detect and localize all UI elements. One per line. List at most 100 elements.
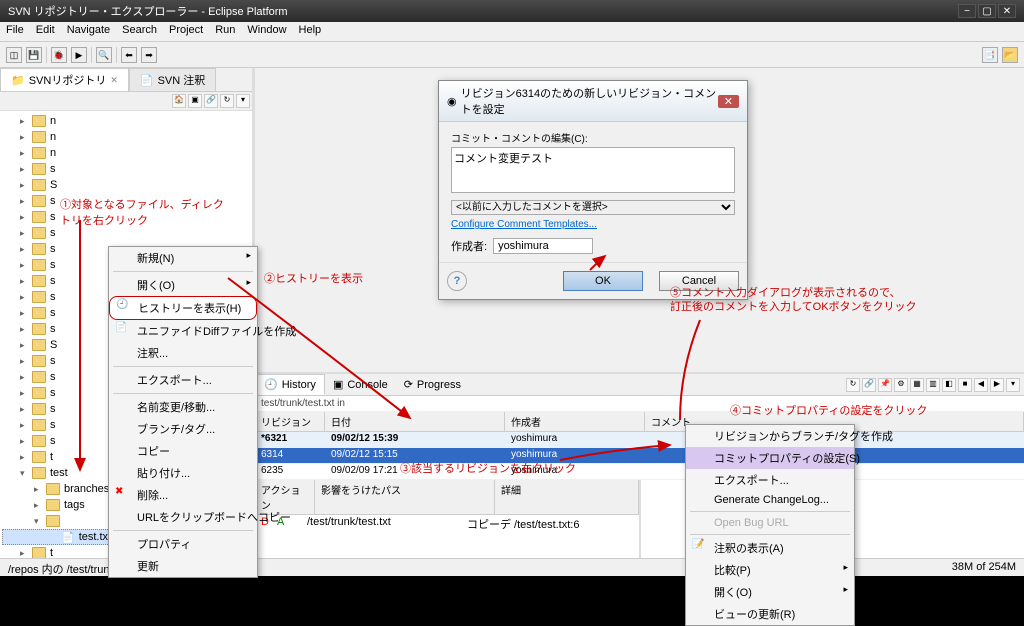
link-icon[interactable]: 🔗: [862, 378, 876, 392]
col-revision[interactable]: リビジョン: [255, 412, 325, 431]
ok-button[interactable]: OK: [563, 271, 643, 291]
author-label: 作成者:: [451, 238, 487, 254]
menu-copy-url[interactable]: URLをクリップボードへコピー: [109, 506, 257, 528]
col-date[interactable]: 日付: [325, 412, 505, 431]
history-row[interactable]: 631409/02/12 15:15yoshimura: [255, 448, 1024, 464]
menu-commit-props[interactable]: コミットプロパティの設定(S): [686, 447, 854, 469]
dialog-title: リビジョン6314のための新しいリビジョン・コメントを設定: [461, 85, 718, 117]
tab-console[interactable]: ▣ Console: [325, 375, 396, 394]
minimize-button[interactable]: −: [958, 4, 976, 18]
menu-search[interactable]: Search: [122, 24, 157, 39]
menu-properties[interactable]: プロパティ: [109, 533, 257, 555]
maximize-button[interactable]: ▢: [978, 4, 996, 18]
tab-svn-annotate[interactable]: 📄 SVN 注釈: [129, 68, 216, 91]
link-icon[interactable]: 🔗: [204, 94, 218, 108]
tab-history[interactable]: 🕘 History: [255, 374, 325, 395]
menu-icon[interactable]: ▾: [1006, 378, 1020, 392]
menu-show-annotation[interactable]: 📝注釈の表示(A): [686, 537, 854, 559]
author-input[interactable]: [493, 238, 593, 254]
previous-comments-select[interactable]: <以前に入力したコメントを選択>: [451, 200, 735, 215]
debug-icon[interactable]: 🐞: [51, 47, 67, 63]
perspective-icon[interactable]: 📑: [982, 47, 998, 63]
menu-annotate[interactable]: 注釈...: [109, 342, 257, 364]
col-desc[interactable]: 詳細: [495, 480, 639, 514]
nav2-icon[interactable]: ▥: [926, 378, 940, 392]
cancel-button[interactable]: Cancel: [659, 271, 739, 291]
menu-open[interactable]: 開く(O)▸: [686, 581, 854, 603]
menu-project[interactable]: Project: [169, 24, 203, 39]
tree-item[interactable]: ▸s: [2, 161, 250, 177]
configure-templates-link[interactable]: Configure Comment Templates...: [451, 219, 597, 230]
progress-icon: ⟳: [404, 378, 413, 391]
search-icon[interactable]: 🔍: [96, 47, 112, 63]
menu-changelog[interactable]: Generate ChangeLog...: [686, 491, 854, 509]
menu-open[interactable]: 開く(O)▸: [109, 274, 257, 296]
history-row[interactable]: 623509/02/09 17:21yoshimura: [255, 464, 1024, 480]
menu-run[interactable]: Run: [215, 24, 235, 39]
menu-rename[interactable]: 名前変更/移動...: [109, 396, 257, 418]
home-icon[interactable]: 🏠: [172, 94, 186, 108]
menu-branch-from-rev[interactable]: リビジョンからブランチ/タグを作成: [686, 425, 854, 447]
menu-paste[interactable]: 貼り付け...: [109, 462, 257, 484]
menu-branch[interactable]: ブランチ/タグ...: [109, 418, 257, 440]
menu-delete[interactable]: ✖削除...: [109, 484, 257, 506]
menu-copy[interactable]: コピー: [109, 440, 257, 462]
tree-item[interactable]: ▸s: [2, 225, 250, 241]
tree-context-menu: 新規(N)▸ 開く(O)▸ 🕘ヒストリーを表示(H) 📄ユニファイドDiffファ…: [108, 246, 258, 578]
tree-item[interactable]: ▸s: [2, 193, 250, 209]
menu-export[interactable]: エクスポート...: [109, 369, 257, 391]
run-icon[interactable]: ▶: [71, 47, 87, 63]
forward-icon[interactable]: ➡: [141, 47, 157, 63]
pin-icon[interactable]: 📌: [878, 378, 892, 392]
close-icon[interactable]: ✕: [718, 95, 739, 108]
collapse-icon[interactable]: ▣: [188, 94, 202, 108]
status-memory: 38M of 254M: [952, 561, 1016, 574]
prev-icon[interactable]: ◀: [974, 378, 988, 392]
close-button[interactable]: ✕: [998, 4, 1016, 18]
save-icon[interactable]: 💾: [26, 47, 42, 63]
col-author[interactable]: 作成者: [505, 412, 645, 431]
history-row[interactable]: *632109/02/12 15:39yoshimura: [255, 432, 1024, 448]
window-title: SVN リポジトリー・エクスプローラー - Eclipse Platform: [8, 3, 288, 19]
tree-item[interactable]: ▸n: [2, 129, 250, 145]
tab-svn-repo[interactable]: 📁 SVNリポジトリ ✕: [0, 68, 129, 91]
refresh-icon[interactable]: ↻: [846, 378, 860, 392]
svn-perspective-icon[interactable]: 📂: [1002, 47, 1018, 63]
menu-edit[interactable]: Edit: [36, 24, 55, 39]
tree-item[interactable]: ▸s: [2, 209, 250, 225]
stop-icon[interactable]: ■: [958, 378, 972, 392]
menu-refresh[interactable]: 更新: [109, 555, 257, 577]
menu-help[interactable]: Help: [299, 24, 322, 39]
console-icon: ▣: [333, 378, 343, 391]
tree-item[interactable]: ▸n: [2, 113, 250, 129]
nav-icon[interactable]: ▦: [910, 378, 924, 392]
tree-item[interactable]: ▸S: [2, 177, 250, 193]
menu-compare[interactable]: 比較(P)▸: [686, 559, 854, 581]
next-icon[interactable]: ▶: [990, 378, 1004, 392]
menu-show-history[interactable]: 🕘ヒストリーを表示(H): [109, 296, 257, 320]
menu-refresh-view[interactable]: ビューの更新(R): [686, 603, 854, 625]
menu-window[interactable]: Window: [247, 24, 286, 39]
comment-textarea[interactable]: コメント変更テスト: [451, 147, 735, 193]
refresh-icon[interactable]: ↻: [220, 94, 234, 108]
menu-new[interactable]: 新規(N)▸: [109, 247, 257, 269]
col-affected-path[interactable]: 影響をうけたパス: [315, 480, 495, 514]
menu-unified-diff[interactable]: 📄ユニファイドDiffファイルを作成: [109, 320, 257, 342]
close-icon[interactable]: ✕: [110, 75, 118, 86]
main-toolbar: ◫ 💾 🐞 ▶ 🔍 ⬅ ➡ 📑 📂: [0, 42, 1024, 68]
tab-progress[interactable]: ⟳ Progress: [396, 375, 469, 394]
filter-icon[interactable]: ⚙: [894, 378, 908, 392]
menu-export[interactable]: エクスポート...: [686, 469, 854, 491]
new-icon[interactable]: ◫: [6, 47, 22, 63]
menu-navigate[interactable]: Navigate: [67, 24, 110, 39]
help-icon[interactable]: ?: [447, 271, 467, 291]
menu-file[interactable]: File: [6, 24, 24, 39]
doc-icon: 📄: [140, 74, 154, 87]
compare-icon[interactable]: ◧: [942, 378, 956, 392]
back-icon[interactable]: ⬅: [121, 47, 137, 63]
eclipse-icon: ◉: [447, 95, 457, 108]
tree-item[interactable]: ▸n: [2, 145, 250, 161]
menu-icon[interactable]: ▾: [236, 94, 250, 108]
action-row[interactable]: D A /test/trunk/test.txt コピーデ /test/test…: [255, 515, 639, 533]
titlebar: SVN リポジトリー・エクスプローラー - Eclipse Platform −…: [0, 0, 1024, 22]
